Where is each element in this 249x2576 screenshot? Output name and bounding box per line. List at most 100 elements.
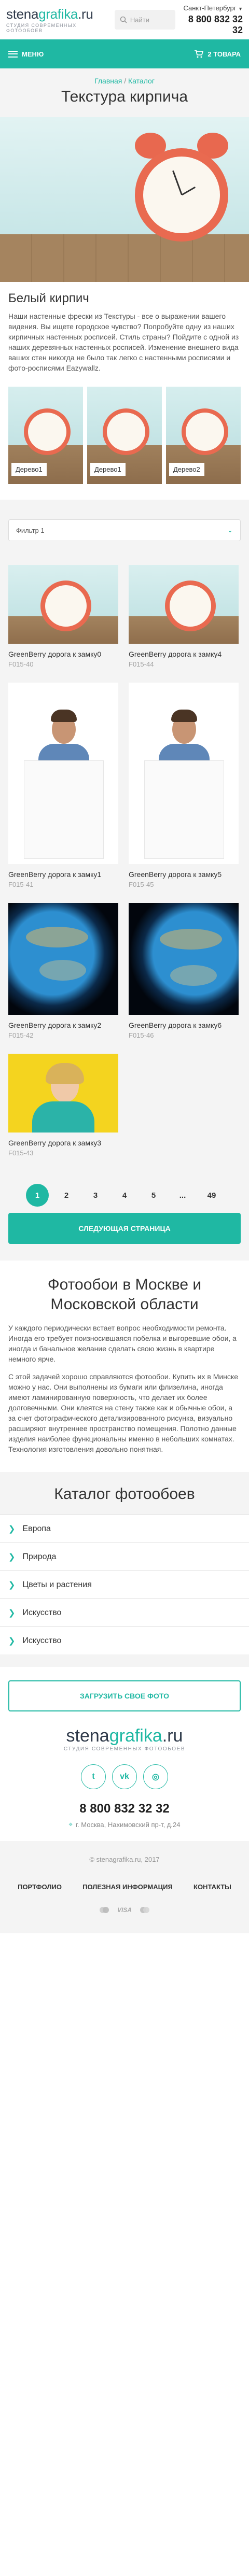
thumb-label: Дерево1 — [11, 463, 47, 476]
page-link[interactable]: 4 — [113, 1184, 136, 1207]
search-icon — [120, 16, 127, 23]
alarm-clock-image — [130, 133, 233, 247]
logo-tld: .ru — [78, 6, 93, 22]
catalog-item-label: Искусство — [22, 1608, 62, 1617]
product-image[interactable] — [8, 903, 118, 1015]
product-image[interactable] — [8, 565, 118, 644]
thumb-label: Дерево2 — [169, 463, 204, 476]
chevron-down-icon: ⌄ — [227, 526, 233, 534]
footer-logo-subtitle: студия современных фотообоев — [63, 1746, 186, 1752]
product-card[interactable]: GreenBerry дорога к замку2 F015-42 — [8, 903, 118, 1039]
catalog-section: Каталог фотообоев ❯ Европа ❯ Природа ❯ Цвет… — [0, 1472, 249, 1667]
seo-title: Фотообои в Москве и Московской области — [47, 1276, 202, 1313]
breadcrumb-separator: / — [124, 77, 127, 85]
footer-link-contacts[interactable]: КОНТАКТЫ — [193, 1883, 231, 1891]
catalog-item[interactable]: ❯ Европа — [0, 1515, 249, 1542]
product-image[interactable] — [8, 1054, 118, 1133]
chevron-right-icon: ❯ — [8, 1580, 16, 1590]
product-code: F015-45 — [129, 881, 154, 888]
page-link[interactable]: 49 — [200, 1184, 223, 1207]
product-code: F015-46 — [129, 1031, 154, 1039]
product-image[interactable] — [8, 683, 118, 864]
visa-icon: VISA — [117, 1906, 132, 1914]
header-phone[interactable]: 8 800 832 32 32 — [175, 14, 243, 36]
product-code: F015-40 — [8, 660, 34, 668]
city-selector[interactable]: Санкт-Петербург ▼ — [175, 4, 243, 12]
product-card[interactable]: GreenBerry дорога к замку6 F015-46 — [129, 903, 239, 1039]
product-code: F015-44 — [129, 660, 154, 668]
product-image[interactable] — [129, 565, 239, 644]
texture-thumb[interactable]: Дерево1 — [87, 387, 162, 484]
footer-logo[interactable]: stenagrafika.ru — [0, 1726, 249, 1746]
catalog-item[interactable]: ❯ Искусство — [0, 1626, 249, 1654]
page-link[interactable]: 5 — [142, 1184, 165, 1207]
seo-paragraph: У каждого периодически встает вопрос нео… — [8, 1324, 237, 1363]
product-card[interactable]: GreenBerry дорога к замку1 F015-41 — [8, 683, 118, 888]
page-link[interactable]: 1 — [26, 1184, 49, 1207]
product-card[interactable]: GreenBerry дорога к замку3 F015-43 — [8, 1054, 118, 1157]
search-input[interactable]: Найти — [114, 10, 176, 30]
product-image[interactable] — [129, 903, 239, 1015]
breadcrumb: Главная / Каталог — [0, 68, 249, 85]
footer: stenagrafika.ru студия современных фотоо… — [0, 1725, 249, 1829]
city-label: Санкт-Петербург — [183, 4, 237, 12]
product-code: F015-43 — [8, 1149, 34, 1157]
next-page-button[interactable]: СЛЕДУЮЩАЯ СТРАНИЦА — [8, 1213, 241, 1244]
product-name[interactable]: GreenBerry дорога к замку0 — [8, 650, 118, 658]
catalog-item[interactable]: ❯ Природа — [0, 1542, 249, 1570]
product-card[interactable]: GreenBerry дорога к замку0 F015-40 — [8, 565, 118, 668]
cart-button[interactable]: 2 ТОВАРА — [194, 50, 241, 58]
address-text: г. Москва, Нахимовский пр-т, д.24 — [75, 1820, 181, 1829]
catalog-item-label: Природа — [22, 1552, 57, 1561]
catalog-item[interactable]: ❯ Цветы и растения — [0, 1570, 249, 1598]
vk-icon[interactable]: vk — [112, 1764, 137, 1789]
product-code: F015-41 — [8, 881, 34, 888]
footer-bottom: © stenagrafika.ru, 2017 ПОРТФОЛИО ПОЛЕЗН… — [0, 1841, 249, 1933]
catalog-item-label: Искусство — [22, 1636, 62, 1645]
product-card[interactable]: GreenBerry дорога к замку5 F015-45 — [129, 683, 239, 888]
footer-link-portfolio[interactable]: ПОРТФОЛИО — [18, 1883, 62, 1891]
footer-phone[interactable]: 8 800 832 32 32 — [0, 1802, 249, 1816]
page: stenagrafika.ru студия современных фотоо… — [0, 0, 249, 1933]
upload-photo-button[interactable]: ЗАГРУЗИТЬ СВОЕ ФОТО — [8, 1680, 241, 1711]
filter-row: Фильтр 1 ⌄ — [0, 500, 249, 553]
hamburger-icon — [8, 50, 18, 58]
product-image[interactable] — [129, 683, 239, 864]
catalog-item[interactable]: ❯ Искусство — [0, 1598, 249, 1626]
chevron-right-icon: ❯ — [8, 1608, 16, 1618]
product-name[interactable]: GreenBerry дорога к замку2 — [8, 1021, 118, 1029]
menu-button[interactable]: МЕНЮ — [8, 50, 44, 58]
breadcrumb-home[interactable]: Главная — [94, 77, 122, 85]
seo-paragraph: С этой задачей хорошо справляются фотооб… — [8, 1372, 238, 1453]
product-name[interactable]: GreenBerry дорога к замку1 — [8, 870, 118, 879]
catalog-item-label: Европа — [22, 1524, 51, 1533]
chevron-right-icon: ❯ — [8, 1524, 16, 1534]
product-card[interactable]: GreenBerry дорога к замку4 F015-44 — [129, 565, 239, 668]
breadcrumb-catalog[interactable]: Каталог — [128, 77, 155, 85]
instagram-icon[interactable]: ◎ — [143, 1764, 168, 1789]
twitter-icon[interactable]: t — [81, 1764, 106, 1789]
logo[interactable]: stenagrafika.ru студия современных фотоо… — [6, 6, 115, 33]
texture-thumb[interactable]: Дерево1 — [8, 387, 83, 484]
page-link[interactable]: 3 — [84, 1184, 107, 1207]
product-name[interactable]: GreenBerry дорога к замку3 — [8, 1139, 118, 1147]
page-title: Текстура кирпича — [0, 85, 249, 117]
filter-select[interactable]: Фильтр 1 ⌄ — [8, 519, 241, 541]
page-ellipsis: ... — [179, 1191, 186, 1200]
product-name[interactable]: GreenBerry дорога к замку4 — [129, 650, 239, 658]
copyright: © stenagrafika.ru, 2017 — [89, 1856, 160, 1863]
texture-thumbs: Дерево1 Дерево1 Дерево2 — [0, 373, 249, 484]
product-name[interactable]: GreenBerry дорога к замку6 — [129, 1021, 239, 1029]
texture-thumb[interactable]: Дерево2 — [166, 387, 241, 484]
chevron-right-icon: ❯ — [8, 1636, 16, 1646]
product-name[interactable]: GreenBerry дорога к замку5 — [129, 870, 239, 879]
footer-link-info[interactable]: ПОЛЕЗНАЯ ИНФОРМАЦИЯ — [82, 1883, 173, 1891]
payment-methods: VISA — [0, 1906, 249, 1914]
thumb-label: Дерево1 — [90, 463, 126, 476]
mastercard-icon — [99, 1906, 110, 1914]
next-page-wrap: СЛЕДУЮЩАЯ СТРАНИЦА — [0, 1213, 249, 1244]
seo-section: Фотообои в Москве и Московской области У… — [0, 1261, 249, 1472]
page-link[interactable]: 2 — [55, 1184, 78, 1207]
footer-address: ⌖ г. Москва, Нахимовский пр-т, д.24 — [0, 1820, 249, 1829]
logo-accent: grafika — [38, 6, 78, 22]
